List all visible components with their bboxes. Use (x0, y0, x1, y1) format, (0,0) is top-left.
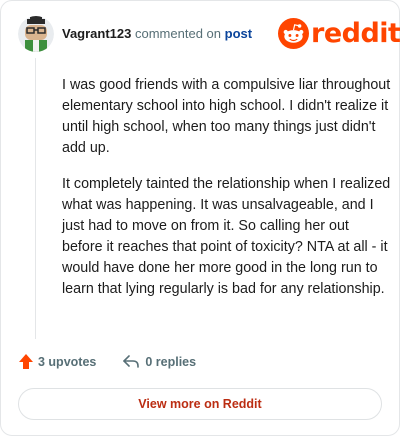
replies-button[interactable]: 0 replies (122, 354, 196, 369)
comment-paragraph: It completely tainted the relationship w… (62, 176, 391, 297)
reddit-wordmark: reddit (311, 18, 400, 49)
reply-arrow-icon (123, 355, 140, 368)
upvote-button[interactable]: 3 upvotes (18, 353, 96, 370)
comment-actions: 3 upvotes 0 replies (18, 353, 196, 370)
commented-on-label: commented on (135, 26, 221, 41)
post-link[interactable]: post (225, 26, 252, 41)
comment-body: I was good friends with a compulsive lia… (62, 75, 392, 315)
thread-line (35, 58, 36, 339)
comment-header: Vagrant123 commented on post (62, 26, 252, 42)
replies-count: 0 replies (145, 354, 197, 369)
comment-embed-card: Vagrant123 commented on post reddit I wa… (0, 0, 400, 436)
view-more-on-reddit-button[interactable]: View more on Reddit (18, 388, 382, 420)
user-avatar-icon[interactable] (18, 16, 54, 52)
upvote-count: 3 upvotes (38, 354, 97, 369)
comment-paragraph: I was good friends with a compulsive lia… (62, 77, 391, 156)
reddit-logo-icon (278, 18, 309, 49)
reddit-logo[interactable]: reddit (278, 18, 400, 49)
username[interactable]: Vagrant123 (62, 26, 131, 41)
upvote-arrow-icon (19, 354, 33, 369)
